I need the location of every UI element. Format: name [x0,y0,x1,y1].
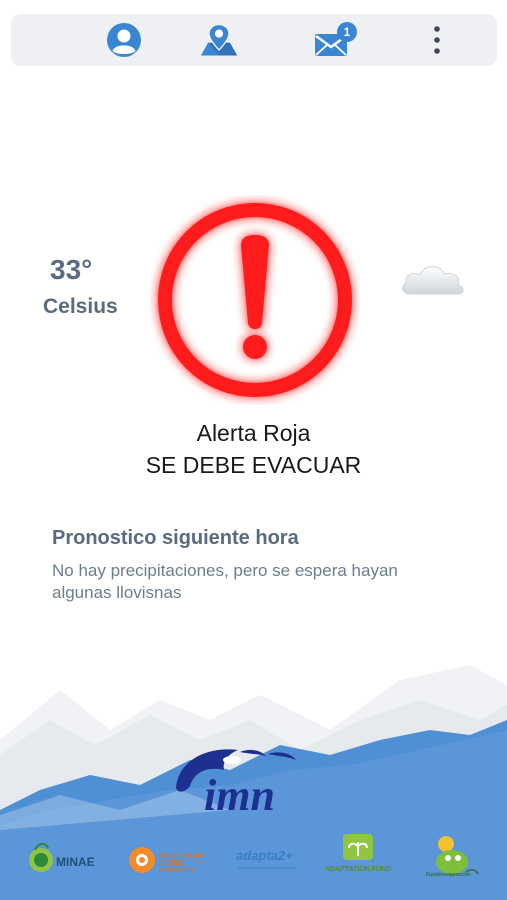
imn-logo: imn [176,749,296,818]
adaptation-fund-logo: ADAPTATION FUND [325,832,395,882]
fundecooperacion-label: Fundecooperación [426,872,471,878]
more-vert-icon [434,26,440,54]
adapta2-label: adapta2+ [236,848,293,863]
profile-button[interactable] [104,20,144,60]
adaptation-fund-label: ADAPTATION FUND [325,866,392,873]
unread-badge: 1 [337,22,357,42]
top-bar: 1 [11,14,497,66]
minae-logo: MINAE [26,832,95,882]
adapta2-logo: adapta2+ [236,832,302,882]
forecast-heading: Pronostico siguiente hora [52,527,299,549]
temperature-value: 33° [50,254,93,285]
imn-logo-text: imn [204,771,275,818]
alert-message: SE DEBE EVACUAR [145,452,362,478]
forecast-text: No hay precipitaciones, pero se espera h… [52,561,398,602]
map-button[interactable] [199,20,239,60]
temperature-unit: Celsius [43,295,118,318]
minae-label: MINAE [56,855,95,869]
exclamation-circle-icon [158,203,352,397]
messages-button[interactable]: 1 [307,20,357,60]
cloud-icon [402,266,464,295]
cambio-climatico-label: DIRECCIÓN DE CAMBIO CLIMÁTICO [160,854,204,874]
cambio-climatico-logo: DIRECCIÓN DE CAMBIO CLIMÁTICO [126,832,218,882]
overflow-menu-button[interactable] [417,20,457,60]
map-pin-icon [200,23,238,56]
user-circle-icon [107,23,141,57]
alert-title: Alerta Roja [196,420,311,446]
fundecooperacion-logo: Fundecooperación [426,832,480,882]
